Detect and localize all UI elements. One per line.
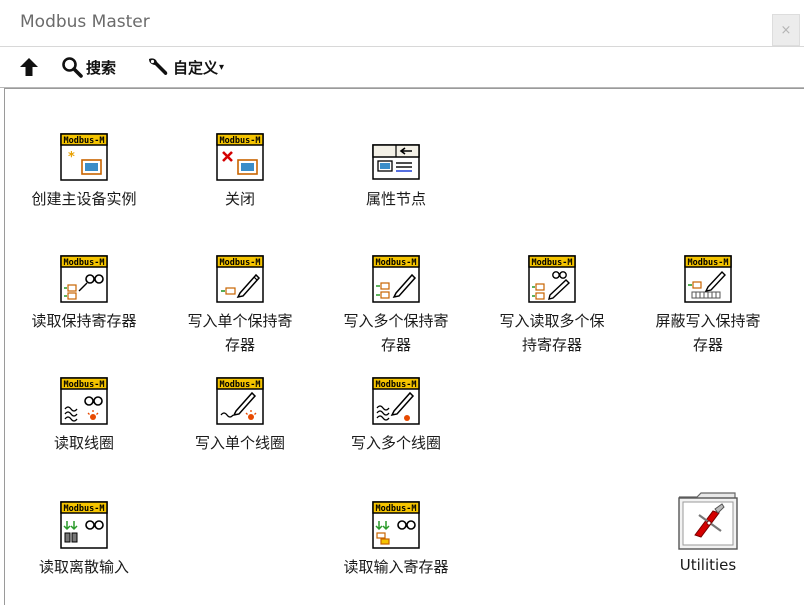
read-coils-icon: Modbus-M [60, 377, 108, 425]
palette-item-write-single-holding-register[interactable]: Modbus-M 写入单个保持寄 存器 [165, 255, 315, 357]
write-read-multiple-holding-registers-icon: Modbus-M [528, 255, 576, 303]
palette-item-label: 写入多个保持寄 存器 [343, 312, 449, 354]
svg-text:*: * [68, 150, 75, 165]
svg-text:Modbus-M: Modbus-M [376, 380, 417, 390]
wrench-icon [149, 58, 168, 75]
palette-item-create-master-instance[interactable]: Modbus-M * 创建主设备实例 [9, 133, 159, 211]
close-instance-icon: Modbus-M [216, 133, 264, 181]
svg-text:Modbus-M: Modbus-M [376, 258, 417, 268]
title-bar: Modbus Master × [0, 0, 804, 47]
palette-item-label: 屏蔽写入保持寄 存器 [655, 312, 761, 354]
write-multiple-coils-icon: Modbus-M [372, 377, 420, 425]
palette-item-label: 关闭 [224, 190, 255, 208]
svg-text:Modbus-M: Modbus-M [532, 258, 573, 268]
utilities-folder-icon [677, 489, 739, 551]
palette-item-label: 读取线圈 [53, 434, 114, 452]
palette-item-read-discrete-inputs[interactable]: Modbus-M 读取离散输入 [9, 501, 159, 579]
palette-item-write-read-multiple-holding-registers[interactable]: Modbus-M 写入读取多个保 持寄存器 [477, 255, 627, 357]
up-button[interactable] [18, 55, 40, 79]
palette-item-read-holding-registers[interactable]: Modbus-M 读取保持寄存器 [9, 255, 159, 333]
svg-text:Modbus-M: Modbus-M [64, 258, 105, 268]
palette-item-close[interactable]: Modbus-M 关闭 [165, 133, 315, 211]
palette-item-label: 属性节点 [365, 190, 426, 208]
function-palette: Modbus-M * 创建主设备实例 Modbus-M 关闭 属性节点 Modb… [4, 88, 804, 605]
customize-label: 自定义 [173, 58, 219, 77]
read-discrete-inputs-icon: Modbus-M [60, 501, 108, 549]
palette-item-label: 写入单个保持寄 存器 [187, 312, 293, 354]
read-holding-registers-icon: Modbus-M [60, 255, 108, 303]
toolbar: 搜索 自定义 ▾ [0, 47, 804, 88]
svg-text:Modbus-M: Modbus-M [220, 258, 261, 268]
customize-button[interactable]: 自定义 ▾ [146, 55, 224, 79]
palette-item-label: Utilities [679, 556, 737, 574]
write-single-holding-register-icon: Modbus-M [216, 255, 264, 303]
palette-item-property-node[interactable]: 属性节点 [321, 133, 471, 211]
search-button[interactable]: 搜索 [61, 55, 116, 79]
write-single-coil-icon: Modbus-M [216, 377, 264, 425]
badge-text: Modbus-M [64, 136, 105, 146]
close-icon: × [780, 22, 792, 38]
svg-text:Modbus-M: Modbus-M [220, 136, 261, 146]
palette-item-label: 写入读取多个保 持寄存器 [499, 312, 605, 354]
palette-item-label: 读取输入寄存器 [343, 558, 449, 576]
palette-item-label: 创建主设备实例 [31, 190, 137, 208]
read-input-registers-icon: Modbus-M [372, 501, 420, 549]
palette-item-read-input-registers[interactable]: Modbus-M 读取输入寄存器 [321, 501, 471, 579]
mask-write-holding-register-icon: Modbus-M [684, 255, 732, 303]
property-node-icon [372, 133, 420, 181]
svg-text:Modbus-M: Modbus-M [220, 380, 261, 390]
palette-item-write-multiple-holding-registers[interactable]: Modbus-M 写入多个保持寄 存器 [321, 255, 471, 357]
palette-item-mask-write-holding-register[interactable]: Modbus-M 屏蔽写入保持寄 存器 [633, 255, 783, 357]
chevron-down-icon: ▾ [219, 61, 225, 73]
palette-item-label: 写入多个线圈 [350, 434, 441, 452]
palette-item-label: 读取保持寄存器 [31, 312, 137, 330]
palette-item-label: 写入单个线圈 [194, 434, 285, 452]
search-icon [62, 57, 83, 78]
create-master-instance-icon: Modbus-M * [60, 133, 108, 181]
palette-item-write-single-coil[interactable]: Modbus-M 写入单个线圈 [165, 377, 315, 455]
palette-item-read-coils[interactable]: Modbus-M 读取线圈 [9, 377, 159, 455]
svg-text:Modbus-M: Modbus-M [688, 258, 729, 268]
palette-item-utilities[interactable]: Utilities [633, 489, 783, 577]
close-button[interactable]: × [772, 14, 800, 46]
write-multiple-holding-registers-icon: Modbus-M [372, 255, 420, 303]
svg-text:Modbus-M: Modbus-M [376, 504, 417, 514]
window-title: Modbus Master [20, 12, 150, 32]
search-label: 搜索 [86, 58, 117, 77]
svg-text:Modbus-M: Modbus-M [64, 504, 105, 514]
palette-item-label: 读取离散输入 [38, 558, 129, 576]
up-arrow-icon [20, 58, 38, 76]
svg-text:Modbus-M: Modbus-M [64, 380, 105, 390]
palette-item-write-multiple-coils[interactable]: Modbus-M 写入多个线圈 [321, 377, 471, 455]
